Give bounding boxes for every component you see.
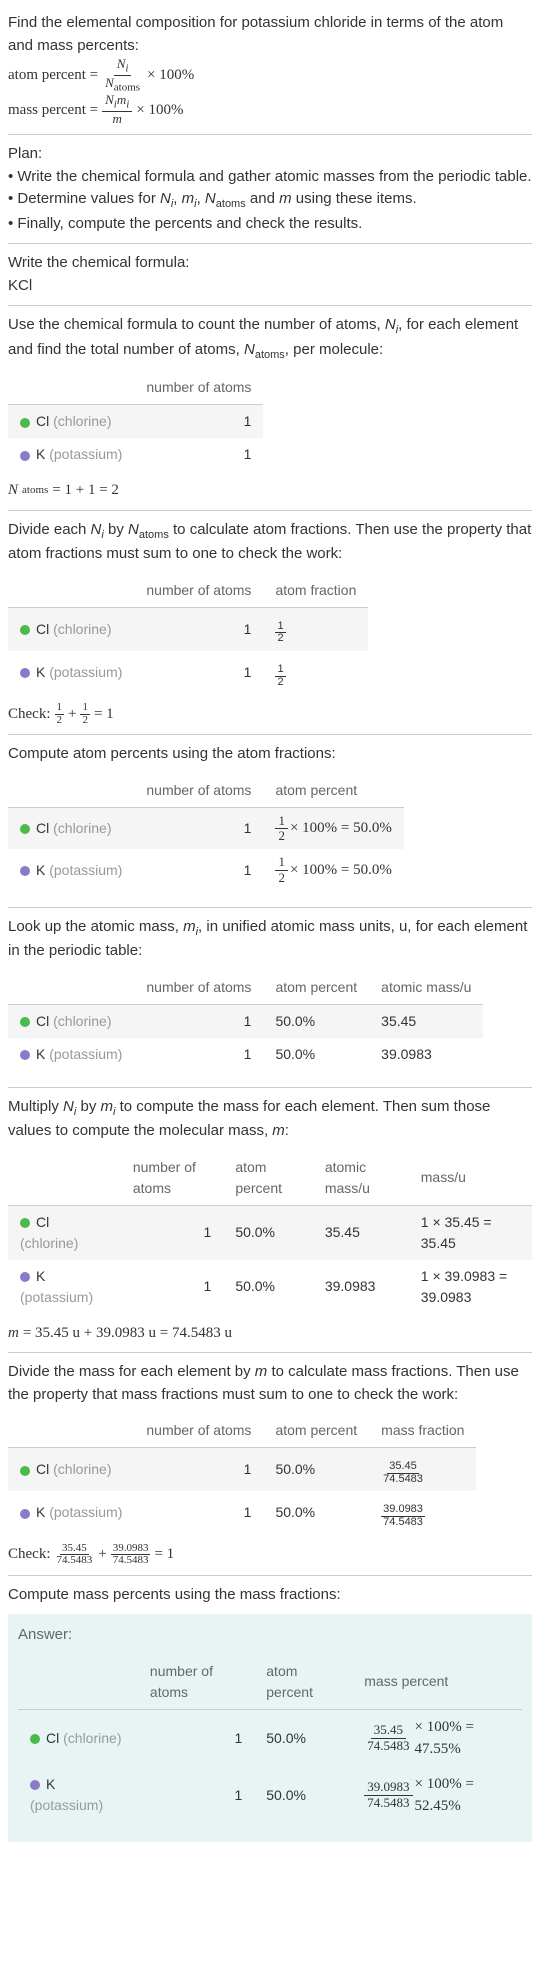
- dot-icon: [20, 1017, 30, 1027]
- step-mass-fractions: Divide the mass for each element by m to…: [8, 1353, 532, 1575]
- table-header-row: number of atomsatom percentmass percent: [18, 1655, 522, 1710]
- table-header-row: number of atomsatom percentmass fraction: [8, 1414, 476, 1448]
- molecular-mass-table: number of atomsatom percentatomic mass/u…: [8, 1151, 532, 1314]
- plan-heading: Plan:: [8, 143, 532, 166]
- step-count-atoms: Use the chemical formula to count the nu…: [8, 306, 532, 511]
- plan-section: Plan: • Write the chemical formula and g…: [8, 135, 532, 244]
- step-molecular-mass: Multiply Ni by mi to compute the mass fo…: [8, 1088, 532, 1354]
- step-text: Multiply Ni by mi to compute the mass fo…: [8, 1096, 532, 1143]
- mass-fractions-table: number of atomsatom percentmass fraction…: [8, 1414, 476, 1534]
- table-row: K (potassium)150.0%39.09831 × 39.0983 = …: [8, 1260, 532, 1314]
- table-header-row: number of atoms: [8, 371, 263, 405]
- fraction: 12: [275, 855, 288, 885]
- table-row: K (potassium)150.0%39.098374.5483 × 100%…: [18, 1767, 522, 1824]
- answer-label: Answer:: [18, 1624, 522, 1647]
- table-row: K (potassium)1: [8, 438, 263, 471]
- fraction: 12: [80, 702, 90, 726]
- fraction: 12: [55, 702, 65, 726]
- step-atomic-mass: Look up the atomic mass, mi, in unified …: [8, 908, 532, 1088]
- element-cell: K (potassium): [8, 438, 134, 471]
- sum-formula: Natoms = 1 + 1 = 2: [8, 479, 532, 502]
- fraction: 12: [275, 621, 285, 645]
- check-formula: Check: 35.4574.5483 + 39.098374.5483 = 1: [8, 1543, 532, 1567]
- dot-icon: [20, 451, 30, 461]
- chemical-formula: KCl: [8, 275, 532, 298]
- step-text: Divide each Ni by Natoms to calculate at…: [8, 519, 532, 566]
- dot-icon: [20, 1466, 30, 1476]
- answer-table: number of atomsatom percentmass percent …: [18, 1655, 522, 1824]
- atomic-mass-table: number of atomsatom percentatomic mass/u…: [8, 971, 483, 1071]
- atom-percents-table: number of atomsatom percent Cl (chlorine…: [8, 774, 404, 891]
- atoms-table: number of atoms Cl (chlorine)1 K (potass…: [8, 371, 263, 471]
- fraction: Nimi m: [102, 93, 132, 126]
- dot-icon: [20, 1050, 30, 1060]
- step-text: Compute mass percents using the mass fra…: [8, 1584, 532, 1607]
- step-atom-percents: Compute atom percents using the atom fra…: [8, 735, 532, 908]
- fraction: 39.098374.5483: [381, 1504, 425, 1528]
- table-row: K (potassium)112 × 100% = 50.0%: [8, 849, 404, 891]
- table-row: K (potassium)112: [8, 651, 368, 694]
- atom-fractions-table: number of atomsatom fraction Cl (chlorin…: [8, 574, 368, 694]
- step-text: Look up the atomic mass, mi, in unified …: [8, 916, 532, 963]
- table-header-row: number of atomsatom percentatomic mass/u: [8, 971, 483, 1005]
- dot-icon: [20, 866, 30, 876]
- sum-formula: m = 35.45 u + 39.0983 u = 74.5483 u: [8, 1322, 532, 1345]
- plan-item: • Write the chemical formula and gather …: [8, 166, 532, 189]
- step-text: Write the chemical formula:: [8, 252, 532, 275]
- answer-box: Answer: number of atomsatom percentmass …: [8, 1614, 532, 1842]
- table-header-row: number of atomsatom percentatomic mass/u…: [8, 1151, 532, 1206]
- check-formula: Check: 12 + 12 = 1: [8, 702, 532, 726]
- table-row: K (potassium)150.0%39.0983: [8, 1038, 483, 1071]
- intro-section: Find the elemental composition for potas…: [8, 4, 532, 135]
- step-chemical-formula: Write the chemical formula: KCl: [8, 244, 532, 306]
- plan-item: • Determine values for Ni, mi, Natoms an…: [8, 188, 532, 213]
- step-text: Compute atom percents using the atom fra…: [8, 743, 532, 766]
- step-atom-fractions: Divide each Ni by Natoms to calculate at…: [8, 511, 532, 735]
- table-row: Cl (chlorine)112: [8, 607, 368, 651]
- fraction: 35.4574.5483: [55, 1543, 95, 1567]
- question-text: Find the elemental composition for potas…: [8, 12, 532, 57]
- table-row: Cl (chlorine)150.0%35.4574.5483: [8, 1448, 476, 1492]
- step-mass-percents: Compute mass percents using the mass fra…: [8, 1576, 532, 1850]
- table-row: Cl (chlorine)150.0%35.451 × 35.45 = 35.4…: [8, 1205, 532, 1260]
- table-row: K (potassium)150.0%39.098374.5483: [8, 1491, 476, 1534]
- element-cell: Cl (chlorine): [8, 405, 134, 439]
- step-text: Use the chemical formula to count the nu…: [8, 314, 532, 363]
- dot-icon: [20, 824, 30, 834]
- dot-icon: [20, 1509, 30, 1519]
- dot-icon: [20, 668, 30, 678]
- table-row: Cl (chlorine)150.0%35.4574.5483 × 100% =…: [18, 1709, 522, 1767]
- dot-icon: [20, 1218, 30, 1228]
- dot-icon: [30, 1734, 40, 1744]
- dot-icon: [20, 625, 30, 635]
- table-row: Cl (chlorine)112 × 100% = 50.0%: [8, 807, 404, 849]
- step-text: Divide the mass for each element by m to…: [8, 1361, 532, 1406]
- table-row: Cl (chlorine)1: [8, 405, 263, 439]
- fraction: 12: [275, 814, 288, 844]
- document-root: Find the elemental composition for potas…: [0, 0, 540, 1854]
- dot-icon: [20, 1272, 30, 1282]
- fraction: 39.098374.5483: [111, 1543, 151, 1567]
- table-header-row: number of atomsatom fraction: [8, 574, 368, 608]
- atom-percent-formula: atom percent = Ni Natoms × 100%: [8, 57, 532, 93]
- fraction: 12: [275, 664, 285, 688]
- mass-percent-formula: mass percent = Nimi m × 100%: [8, 93, 532, 126]
- dot-icon: [20, 418, 30, 428]
- fraction: 35.4574.5483: [364, 1723, 412, 1753]
- fraction: 39.098374.5483: [364, 1780, 412, 1810]
- fraction: 35.4574.5483: [381, 1461, 425, 1485]
- table-header-row: number of atomsatom percent: [8, 774, 404, 808]
- plan-item: • Finally, compute the percents and chec…: [8, 213, 532, 236]
- dot-icon: [30, 1780, 40, 1790]
- fraction: Ni Natoms: [102, 57, 143, 93]
- table-row: Cl (chlorine)150.0%35.45: [8, 1004, 483, 1038]
